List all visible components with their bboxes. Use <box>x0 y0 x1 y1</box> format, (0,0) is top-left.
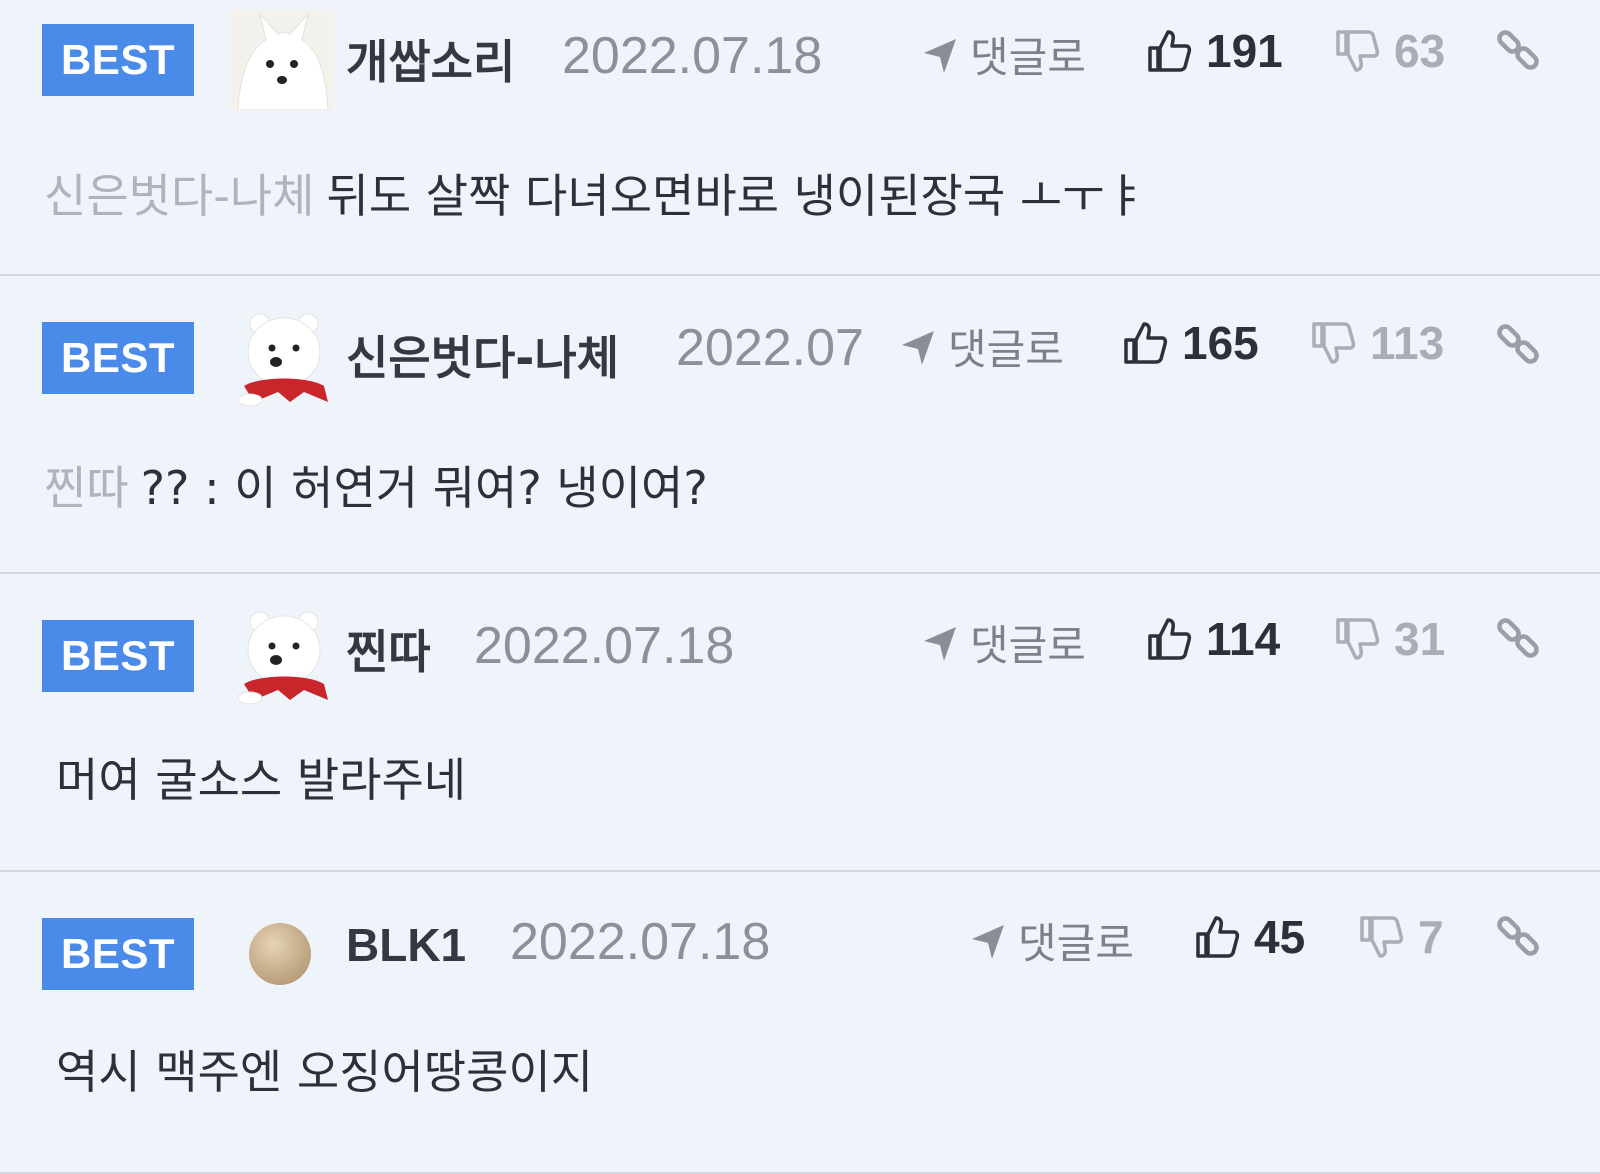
thumbs-up-icon <box>1124 322 1168 364</box>
thumbs-down-icon <box>1336 618 1380 660</box>
link-icon[interactable] <box>1494 26 1542 74</box>
dislike-button[interactable]: 113 <box>1310 316 1444 370</box>
default-circle-avatar[interactable] <box>230 902 334 1002</box>
best-badge: BEST <box>42 322 194 394</box>
thumbs-down-icon <box>1312 322 1356 364</box>
like-button[interactable]: 165 <box>1122 316 1259 370</box>
comment-text: 역시 맥주엔 오징어땅콩이지 <box>44 1036 593 1102</box>
dislike-count: 7 <box>1418 911 1444 963</box>
comment-body: 뒤도 살짝 다녀오면바로 냉이된장국 ㅗㅜㅑ <box>326 169 1147 223</box>
like-count: 191 <box>1206 25 1283 77</box>
comment-item: BEST BLK1 2022.07.18 댓글로 45 7 역시 맥주엔 오징어… <box>0 872 1600 1174</box>
reply-button[interactable]: 댓글로 <box>968 910 1134 971</box>
dislike-button[interactable]: 7 <box>1358 910 1444 964</box>
thumbs-up-icon <box>1148 618 1192 660</box>
comment-text: 신은벗다-나체 뒤도 살짝 다녀오면바로 냉이된장국 ㅗㅜㅑ <box>44 160 1147 226</box>
comment-author[interactable]: 찐따 <box>346 616 431 682</box>
mention-tag[interactable]: 찐따 <box>44 461 129 515</box>
like-button[interactable]: 45 <box>1194 910 1305 964</box>
thumbs-up-icon <box>1196 916 1240 958</box>
comment-author[interactable]: BLK1 <box>346 918 466 972</box>
best-badge: BEST <box>42 620 194 692</box>
like-button[interactable]: 114 <box>1146 612 1280 666</box>
link-icon[interactable] <box>1494 614 1542 662</box>
reply-label: 댓글로 <box>970 621 1086 670</box>
comment-author[interactable]: 신은벗다-나체 <box>346 322 619 388</box>
reply-label: 댓글로 <box>970 33 1086 82</box>
comment-item: BEST 신은벗다-나체 2022.07 댓글로 165 113 찐따?? : … <box>0 276 1600 574</box>
mention-tag[interactable]: 신은벗다-나체 <box>44 169 315 223</box>
send-arrow-icon <box>902 330 934 365</box>
reply-button[interactable]: 댓글로 <box>920 24 1086 85</box>
reply-label: 댓글로 <box>948 325 1064 374</box>
dislike-count: 113 <box>1370 317 1445 369</box>
like-count: 114 <box>1206 613 1281 665</box>
send-arrow-icon <box>924 38 956 73</box>
comment-date: 2022.07 <box>676 319 864 377</box>
thumbs-down-icon <box>1336 30 1380 72</box>
dislike-button[interactable]: 31 <box>1334 612 1445 666</box>
comment-item: BEST 찐따 2022.07.18 댓글로 114 31 머여 굴소스 발라주… <box>0 574 1600 872</box>
comment-date: 2022.07.18 <box>510 913 771 971</box>
comment-body: 머여 굴소스 발라주네 <box>56 753 467 807</box>
reply-button[interactable]: 댓글로 <box>898 316 1064 377</box>
white-fox-avatar[interactable] <box>230 10 334 110</box>
link-icon[interactable] <box>1494 320 1542 368</box>
comment-date: 2022.07.18 <box>562 27 823 85</box>
like-button[interactable]: 191 <box>1146 24 1283 78</box>
best-badge: BEST <box>42 24 194 96</box>
dislike-button[interactable]: 63 <box>1334 24 1445 78</box>
comment-author[interactable]: 개쌉소리 <box>346 26 515 92</box>
comment-item: BEST 개쌉소리 2022.07.18 댓글로 191 63 신은벗다-나체 뒤… <box>0 0 1600 276</box>
dislike-count: 31 <box>1394 613 1446 665</box>
reply-button[interactable]: 댓글로 <box>920 612 1086 673</box>
send-arrow-icon <box>972 924 1004 959</box>
comment-body: ?? : 이 허연거 뭐여? 냉이여? <box>140 461 708 515</box>
like-count: 45 <box>1254 911 1306 963</box>
like-count: 165 <box>1182 317 1259 369</box>
comment-body: 역시 맥주엔 오징어땅콩이지 <box>56 1045 594 1099</box>
link-icon[interactable] <box>1494 912 1542 960</box>
send-arrow-icon <box>924 626 956 661</box>
polar-bear-avatar[interactable] <box>230 306 334 406</box>
comment-text: 찐따?? : 이 허연거 뭐여? 냉이여? <box>44 452 708 518</box>
comment-text: 머여 굴소스 발라주네 <box>44 744 466 810</box>
thumbs-down-icon <box>1360 916 1404 958</box>
dislike-count: 63 <box>1394 25 1446 77</box>
reply-label: 댓글로 <box>1018 919 1134 968</box>
best-badge: BEST <box>42 918 194 990</box>
comment-date: 2022.07.18 <box>474 617 735 675</box>
thumbs-up-icon <box>1148 30 1192 72</box>
polar-bear-avatar[interactable] <box>230 604 334 704</box>
